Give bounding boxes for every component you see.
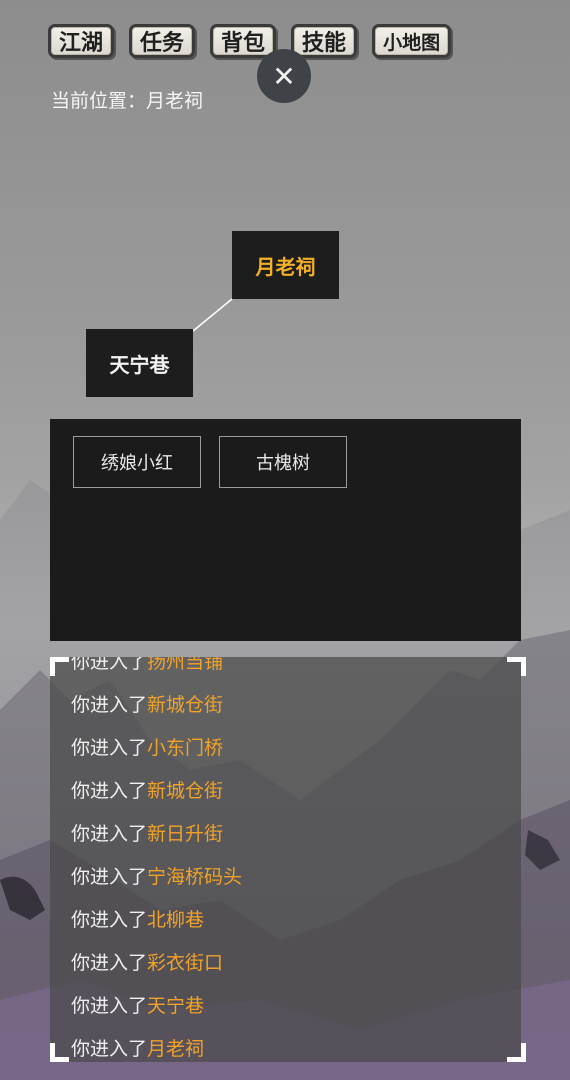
log-entry: 你进入了月老祠 (71, 1038, 205, 1060)
log-entry: 你进入了新城仓街 (71, 780, 224, 802)
log-entry: 你进入了小东门桥 (71, 737, 224, 759)
close-button[interactable]: ✕ (257, 49, 311, 103)
top-menu-bar: 江湖 任务 背包 技能 小地图 (48, 24, 452, 58)
log-entry: 你进入了北柳巷 (71, 909, 205, 931)
message-log[interactable]: 你进入了扬州当铺 你进入了新城仓街 你进入了小东门桥 你进入了新城仓街 你进入了… (50, 657, 521, 1062)
jianghu-button[interactable]: 江湖 (48, 24, 115, 58)
frame-corner-top-right (507, 657, 526, 676)
npc-button[interactable]: 古槐树 (219, 436, 347, 488)
log-entry: 你进入了宁海桥码头 (71, 866, 243, 888)
current-location: 当前位置：月老祠 (51, 90, 204, 112)
frame-corner-bottom-left (50, 1043, 69, 1062)
log-entry: 你进入了彩衣街口 (71, 952, 224, 974)
map-node-neighbor[interactable]: 天宁巷 (86, 329, 193, 397)
log-entry: 你进入了扬州当铺 (71, 657, 224, 673)
skills-button[interactable]: 技能 (291, 24, 358, 58)
log-entry: 你进入了新日升街 (71, 823, 224, 845)
message-log-list: 你进入了扬州当铺 你进入了新城仓街 你进入了小东门桥 你进入了新城仓街 你进入了… (50, 657, 521, 1062)
minimap-button[interactable]: 小地图 (372, 24, 452, 58)
npc-panel: 绣娘小红 古槐树 (50, 419, 521, 641)
log-entry: 你进入了新城仓街 (71, 694, 224, 716)
quest-button[interactable]: 任务 (129, 24, 196, 58)
frame-corner-top-left (50, 657, 69, 676)
close-icon: ✕ (272, 59, 296, 93)
npc-button[interactable]: 绣娘小红 (73, 436, 201, 488)
backpack-button[interactable]: 背包 (210, 24, 277, 58)
log-entry: 你进入了天宁巷 (71, 995, 205, 1017)
frame-corner-bottom-right (507, 1043, 526, 1062)
map-node-current[interactable]: 月老祠 (232, 231, 339, 299)
